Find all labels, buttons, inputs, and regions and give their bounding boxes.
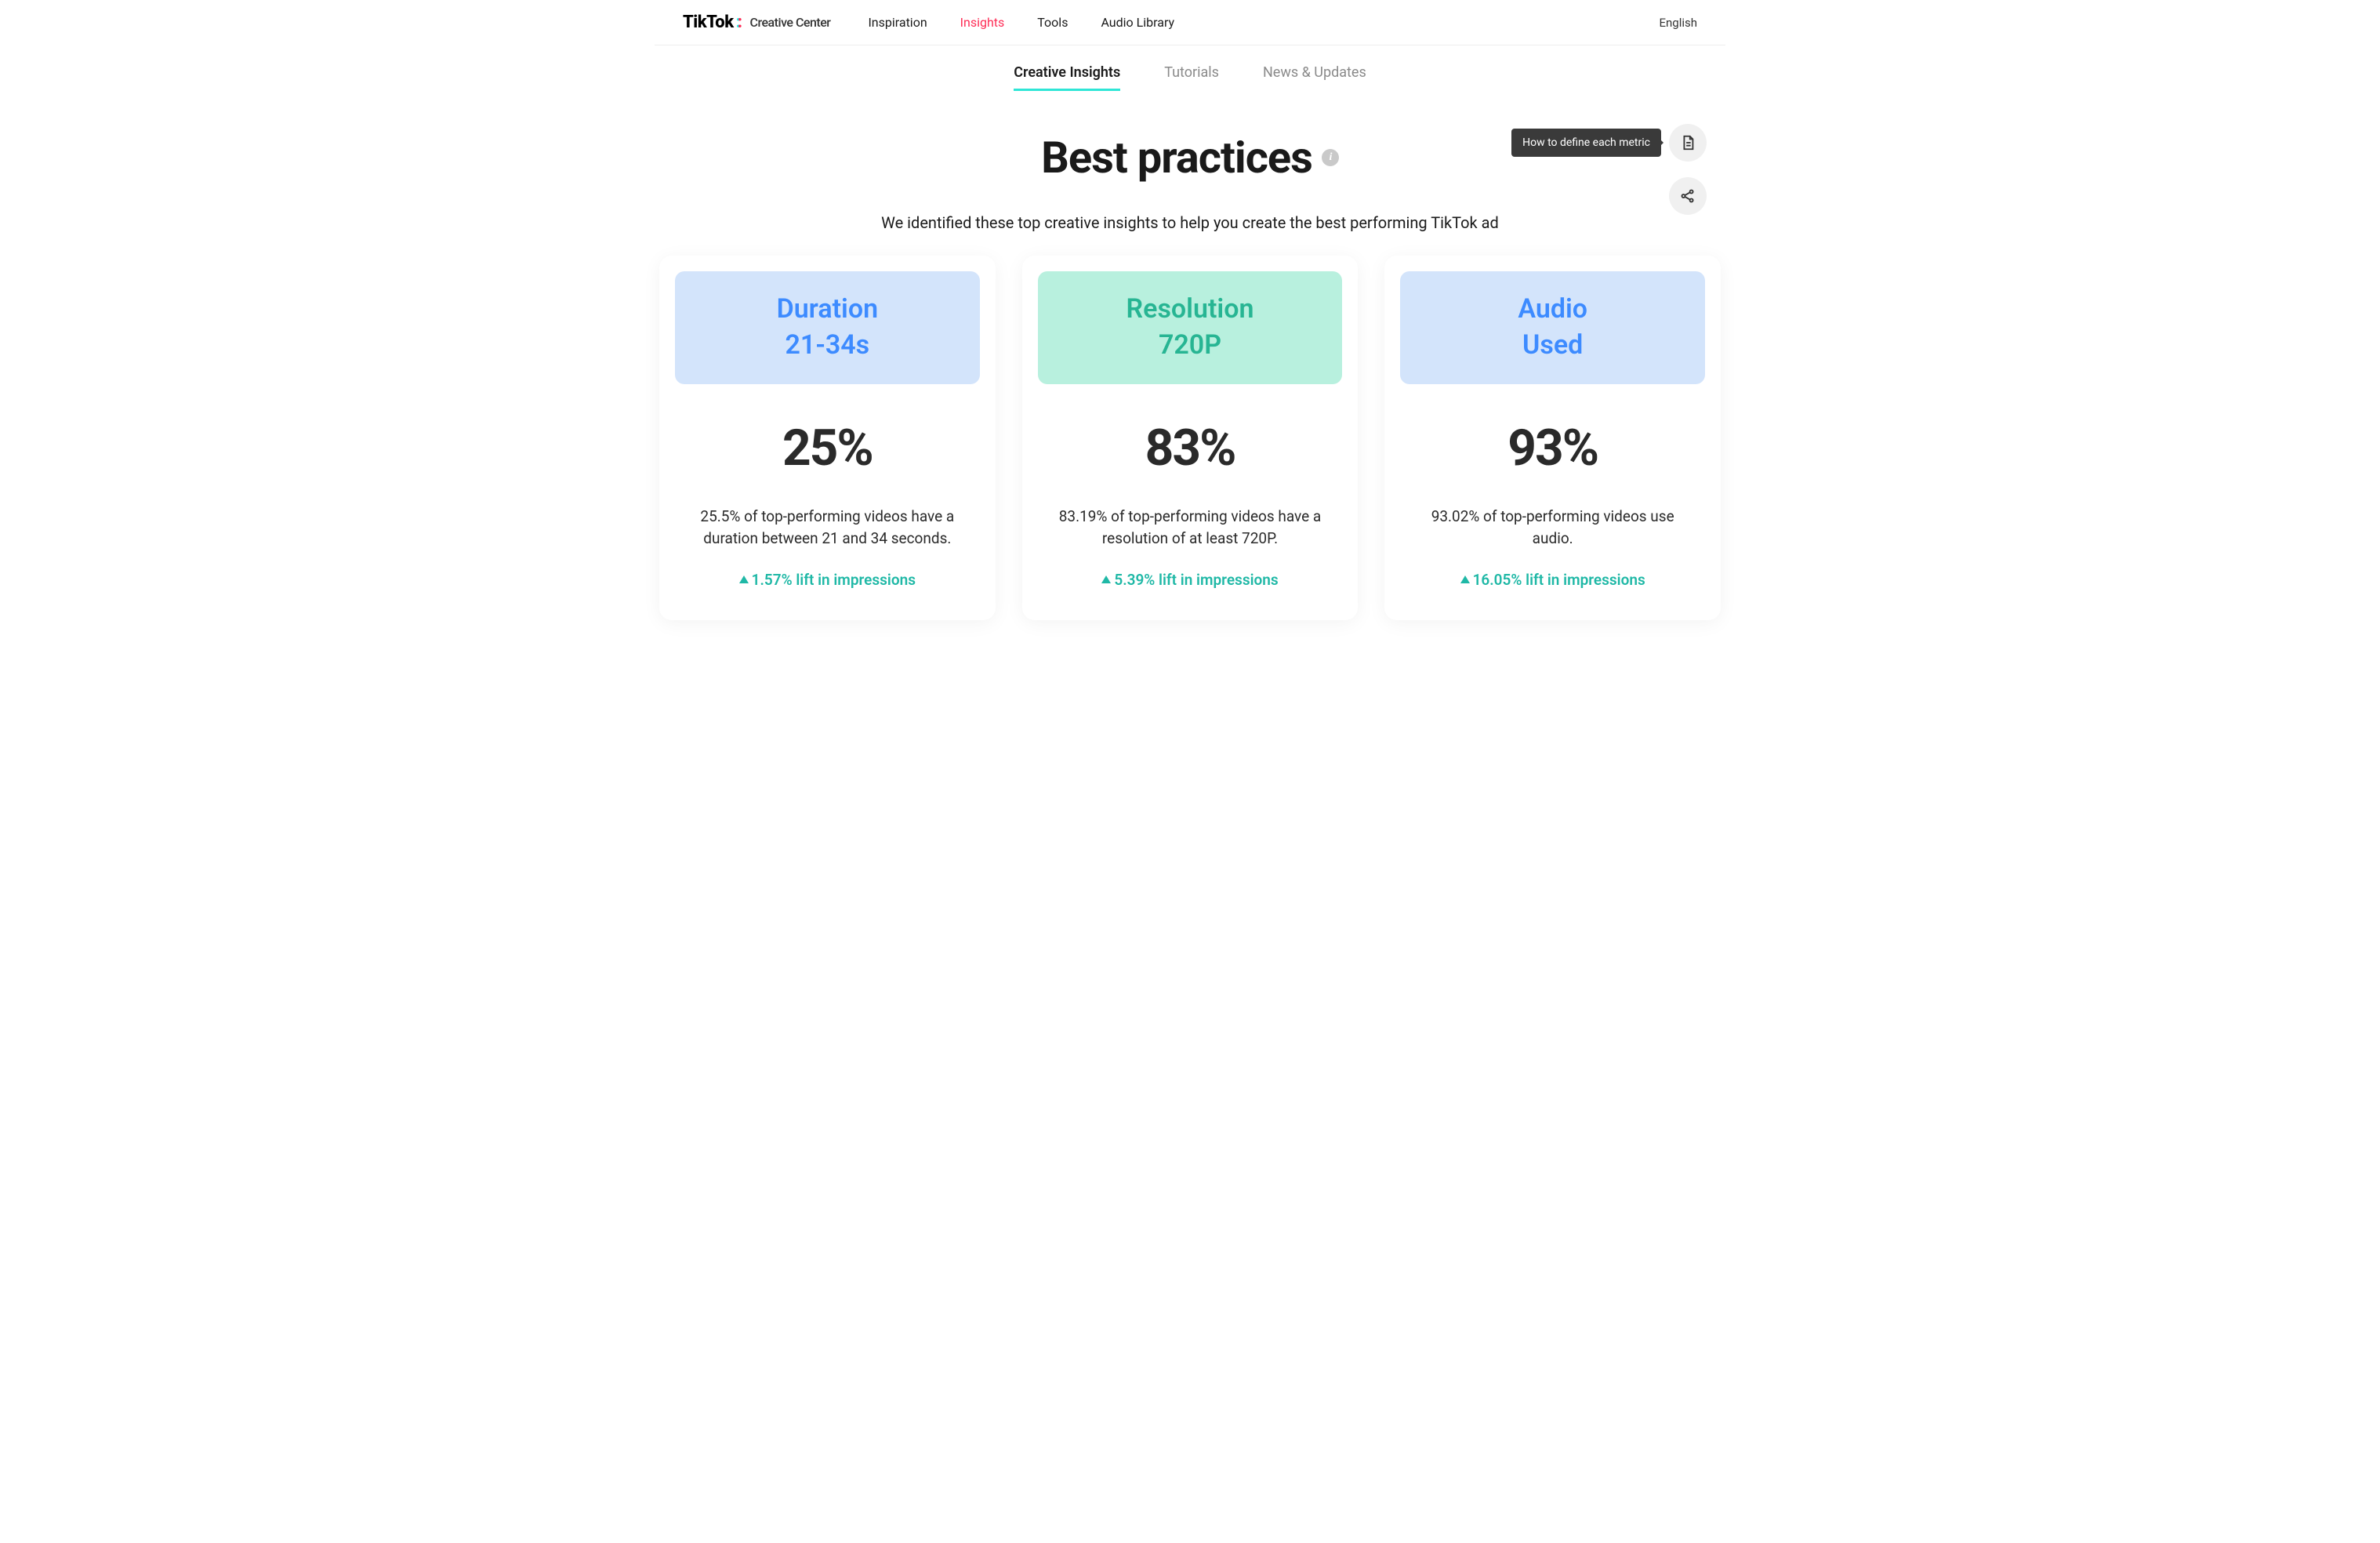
page-title-text: Best practices	[1041, 132, 1312, 183]
card-audio: Audio Used 93% 93.02% of top-performing …	[1384, 256, 1721, 620]
metric-help-row: How to define each metric	[1511, 124, 1707, 162]
card-head-sub: Used	[1408, 328, 1697, 364]
card-percent: 93%	[1400, 419, 1705, 477]
card-lift: 16.05% lift in impressions	[1460, 571, 1645, 589]
nav-inspiration[interactable]: Inspiration	[868, 15, 927, 30]
floating-actions: How to define each metric	[1511, 124, 1707, 215]
document-icon	[1679, 134, 1696, 151]
card-head-sub: 21-34s	[683, 328, 972, 364]
card-desc: 93.02% of top-performing videos use audi…	[1400, 506, 1705, 550]
header: TikTok: Creative Center Inspiration Insi…	[655, 0, 1725, 45]
card-percent: 83%	[1038, 419, 1343, 477]
metric-tooltip: How to define each metric	[1511, 129, 1661, 157]
card-lift-text: 5.39% lift in impressions	[1114, 571, 1278, 589]
card-percent: 25%	[675, 419, 980, 477]
main-nav: Inspiration Insights Tools Audio Library	[868, 15, 1174, 30]
card-resolution: Resolution 720P 83% 83.19% of top-perfor…	[1022, 256, 1359, 620]
language-selector[interactable]: English	[1659, 16, 1697, 30]
tab-news-updates[interactable]: News & Updates	[1263, 64, 1366, 91]
logo-colon-icon: :	[736, 13, 741, 32]
tab-creative-insights[interactable]: Creative Insights	[1014, 64, 1120, 91]
card-head-sub: 720P	[1046, 328, 1335, 364]
card-head: Duration 21-34s	[675, 271, 980, 384]
info-icon[interactable]: i	[1322, 149, 1339, 166]
card-head: Audio Used	[1400, 271, 1705, 384]
logo[interactable]: TikTok: Creative Center	[683, 13, 830, 32]
card-lift: 5.39% lift in impressions	[1101, 571, 1278, 589]
logo-text: TikTok	[683, 13, 734, 32]
share-icon	[1679, 187, 1696, 205]
hero: Best practices i How to define each metr…	[655, 132, 1725, 232]
arrow-up-icon	[1460, 575, 1470, 583]
arrow-up-icon	[1101, 575, 1111, 583]
card-desc: 83.19% of top-performing videos have a r…	[1038, 506, 1343, 550]
subtabs: Creative Insights Tutorials News & Updat…	[655, 64, 1725, 91]
card-desc: 25.5% of top-performing videos have a du…	[675, 506, 980, 550]
card-head-title: Duration	[683, 292, 972, 328]
page-title: Best practices i	[1041, 132, 1339, 183]
card-head-title: Audio	[1408, 292, 1697, 328]
arrow-up-icon	[739, 575, 749, 583]
page-subtitle: We identified these top creative insight…	[655, 213, 1725, 232]
nav-tools[interactable]: Tools	[1037, 15, 1068, 30]
cards-row: Duration 21-34s 25% 25.5% of top-perform…	[655, 232, 1725, 636]
card-lift-text: 16.05% lift in impressions	[1473, 571, 1645, 589]
tab-tutorials[interactable]: Tutorials	[1164, 64, 1219, 91]
logo-subtext: Creative Center	[750, 15, 831, 30]
card-lift: 1.57% lift in impressions	[739, 571, 916, 589]
share-button[interactable]	[1669, 177, 1707, 215]
card-duration: Duration 21-34s 25% 25.5% of top-perform…	[659, 256, 996, 620]
card-head: Resolution 720P	[1038, 271, 1343, 384]
nav-audio-library[interactable]: Audio Library	[1101, 15, 1174, 30]
card-lift-text: 1.57% lift in impressions	[752, 571, 916, 589]
metric-help-button[interactable]	[1669, 124, 1707, 162]
nav-insights[interactable]: Insights	[960, 15, 1005, 30]
card-head-title: Resolution	[1046, 292, 1335, 328]
